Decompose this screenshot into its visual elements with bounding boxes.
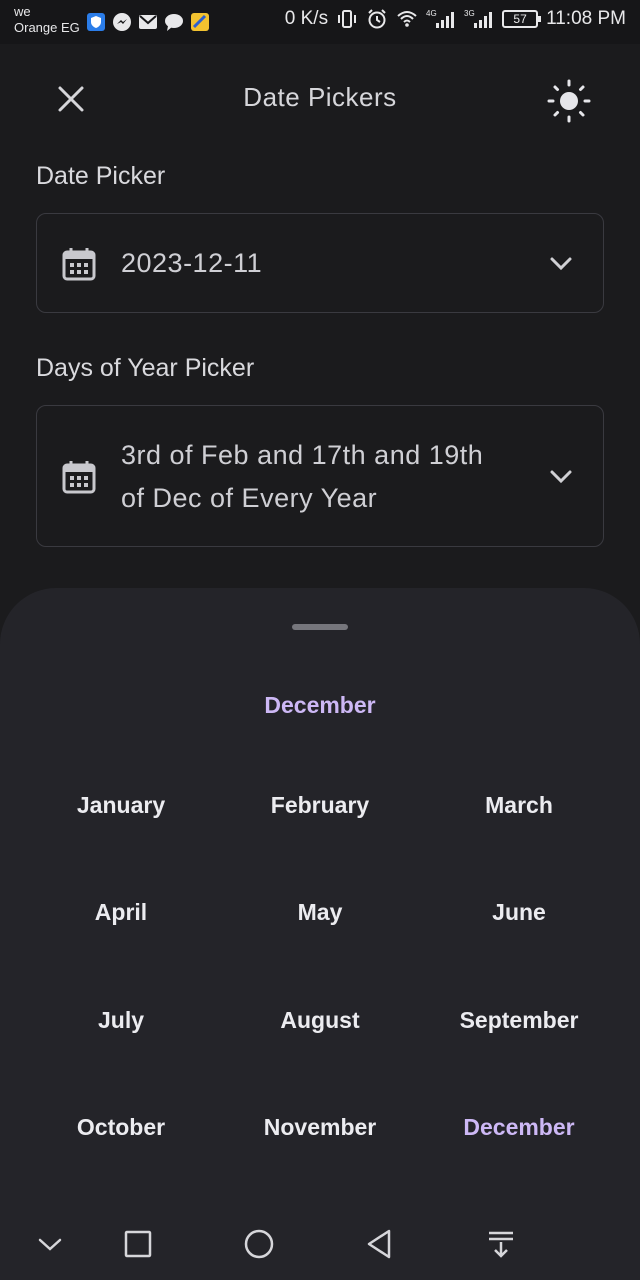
svg-text:4G: 4G xyxy=(426,9,437,18)
alarm-icon xyxy=(368,9,386,29)
days-of-year-picker-value: 3rd of Feb and 17th and 19th of Dec of E… xyxy=(121,434,483,520)
back-triangle-icon[interactable] xyxy=(362,1226,398,1262)
days-of-year-value-line-1: 3rd of Feb and 17th and 19th xyxy=(121,440,484,470)
app-bar: Date Pickers xyxy=(0,44,640,156)
month-april[interactable]: April xyxy=(21,899,221,926)
date-picker-label: Date Picker xyxy=(36,162,166,190)
date-picker-field[interactable]: 2023-12-11 xyxy=(36,213,604,313)
month-october[interactable]: October xyxy=(21,1114,221,1141)
days-of-year-picker-field[interactable]: 3rd of Feb and 17th and 19th of Dec of E… xyxy=(36,405,604,547)
recents-square-icon[interactable] xyxy=(120,1226,156,1262)
vibrate-icon xyxy=(338,10,357,28)
month-february[interactable]: February xyxy=(220,792,420,819)
sheet-selected-month-title: December xyxy=(264,692,376,718)
wifi-icon xyxy=(397,11,417,27)
month-march[interactable]: March xyxy=(419,792,619,819)
system-navigation-bar xyxy=(0,1208,640,1280)
month-may[interactable]: May xyxy=(220,899,420,926)
chevron-down-icon[interactable] xyxy=(547,250,575,278)
month-june[interactable]: June xyxy=(419,899,619,926)
signal-3g-icon: 3G xyxy=(464,9,493,28)
mail-icon xyxy=(139,15,157,29)
month-august[interactable]: August xyxy=(220,1007,420,1034)
days-of-year-value-line-2: of Dec of Every Year xyxy=(121,483,378,513)
shield-icon xyxy=(87,13,105,31)
calendar-icon xyxy=(62,461,96,494)
month-september[interactable]: September xyxy=(419,1007,619,1034)
chevron-down-icon[interactable] xyxy=(547,463,575,491)
days-of-year-picker-label: Days of Year Picker xyxy=(36,354,255,382)
status-right: 0 K/s 4G 3G 57 11:08 PM xyxy=(285,8,626,30)
date-picker-value: 2023-12-11 xyxy=(121,248,263,278)
network-speed: 0 K/s xyxy=(284,8,329,29)
clock: 11:08 PM xyxy=(546,8,626,29)
carrier-line-2: Orange EG xyxy=(14,20,80,35)
month-december-selected[interactable]: December xyxy=(419,1114,619,1141)
home-circle-icon[interactable] xyxy=(241,1226,277,1262)
carrier-label: we Orange EG xyxy=(14,4,80,36)
carrier-line-1: we xyxy=(14,4,31,19)
app-notification-icon xyxy=(191,13,209,31)
notification-icons xyxy=(86,12,210,32)
signal-4g-icon: 4G xyxy=(426,9,455,28)
messenger-icon xyxy=(113,13,131,31)
chat-bubble-icon xyxy=(165,14,183,31)
sheet-drag-handle[interactable] xyxy=(292,624,348,630)
month-july[interactable]: July xyxy=(21,1007,221,1034)
chevron-down-icon[interactable] xyxy=(32,1226,68,1262)
page-title: Date Pickers xyxy=(243,82,397,112)
calendar-icon xyxy=(62,248,96,281)
light-mode-sun-icon[interactable] xyxy=(546,78,592,124)
svg-text:3G: 3G xyxy=(464,9,475,18)
month-picker-sheet: December January February March April Ma… xyxy=(0,588,640,1208)
battery-indicator: 57 xyxy=(502,10,542,28)
status-bar: we Orange EG 0 K/s 4G 3G 57 11:08 PM xyxy=(0,0,640,44)
month-november[interactable]: November xyxy=(220,1114,420,1141)
notification-pull-down-icon[interactable] xyxy=(483,1226,519,1262)
month-january[interactable]: January xyxy=(21,792,221,819)
